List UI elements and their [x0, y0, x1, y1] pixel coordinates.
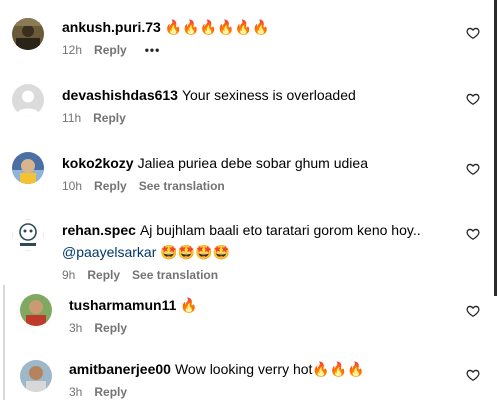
reply-button[interactable]: Reply [94, 385, 127, 399]
see-translation-button[interactable]: See translation [132, 268, 218, 282]
reply-button[interactable]: Reply [87, 268, 120, 282]
comment-item: ankush.puri.73 🔥🔥🔥🔥🔥🔥 12h Reply ••• [0, 10, 494, 70]
reply-item: amitbanerjee00 Wow looking verry hot🔥🔥🔥 3… [0, 356, 494, 400]
timestamp: 3h [69, 321, 83, 335]
comment-item: koko2kozy Jaliea puriea debe sobar ghum u… [0, 150, 494, 210]
comment-body: amitbanerjee00 Wow looking verry hot🔥🔥🔥 3… [69, 360, 454, 400]
avatar[interactable] [12, 18, 44, 50]
comment-body: rehan.spec Aj bujhlam baali eto taratari … [62, 221, 454, 283]
timestamp: 10h [62, 179, 83, 193]
comment-meta: 3h Reply [69, 384, 454, 400]
username[interactable]: rehan.spec [62, 222, 136, 238]
comment-item: devashishdas613 Your sexiness is overload… [0, 80, 494, 140]
comment-line: tusharmamun11 🔥 [69, 296, 454, 314]
more-options-icon[interactable]: ••• [145, 43, 161, 57]
username[interactable]: amitbanerjee00 [69, 361, 171, 377]
scrollbar[interactable] [494, 0, 497, 296]
comment-meta: 12h Reply ••• [62, 42, 454, 58]
comment-item: rehan.spec Aj bujhlam baali eto taratari … [0, 215, 494, 285]
comment-line-2: @paayelsarkar 🤩🤩🤩🤩 [62, 243, 454, 261]
reply-button[interactable]: Reply [94, 43, 127, 57]
avatar[interactable] [12, 152, 44, 184]
timestamp: 9h [62, 268, 76, 282]
comment-meta: 11h Reply [62, 110, 454, 126]
comment-text: Wow looking verry hot [174, 361, 313, 377]
comment-body: tusharmamun11 🔥 3h Reply [69, 296, 454, 336]
reply-button[interactable]: Reply [94, 179, 127, 193]
emoji-fire: 🔥🔥🔥 [312, 361, 365, 377]
reply-button[interactable]: Reply [93, 111, 126, 125]
timestamp: 11h [62, 111, 82, 125]
comments-panel: ankush.puri.73 🔥🔥🔥🔥🔥🔥 12h Reply ••• devashi… [0, 0, 500, 400]
heart-outline-icon[interactable] [466, 227, 480, 241]
heart-outline-icon[interactable] [466, 26, 480, 40]
comment-line: rehan.spec Aj bujhlam baali eto taratari … [62, 221, 454, 239]
comment-body: ankush.puri.73 🔥🔥🔥🔥🔥🔥 12h Reply ••• [62, 18, 454, 58]
comment-meta: 10h Reply See translation [62, 178, 454, 194]
heart-outline-icon[interactable] [466, 304, 480, 318]
heart-outline-icon[interactable] [466, 92, 480, 106]
comment-line: devashishdas613 Your sexiness is overload… [62, 86, 454, 104]
comment-line: ankush.puri.73 🔥🔥🔥🔥🔥🔥 [62, 18, 454, 36]
heart-outline-icon[interactable] [466, 162, 480, 176]
timestamp: 3h [69, 385, 83, 399]
username[interactable]: devashishdas613 [62, 87, 178, 103]
comment-meta: 9h Reply See translation [62, 267, 454, 283]
username[interactable]: tusharmamun11 [69, 297, 176, 313]
emoji-fire: 🔥🔥🔥🔥🔥🔥 [164, 19, 270, 35]
comment-text: Jaliea puriea debe sobar ghum udiea [137, 155, 368, 171]
comment-line: amitbanerjee00 Wow looking verry hot🔥🔥🔥 [69, 360, 454, 378]
heart-outline-icon[interactable] [466, 368, 480, 382]
avatar[interactable] [12, 219, 44, 251]
mention-link[interactable]: @paayelsarkar [62, 244, 156, 260]
emoji-fire: 🔥 [180, 297, 198, 313]
avatar[interactable] [20, 360, 52, 392]
reply-item: tusharmamun11 🔥 3h Reply [0, 292, 494, 348]
username[interactable]: koko2kozy [62, 155, 134, 171]
comment-body: koko2kozy Jaliea puriea debe sobar ghum u… [62, 154, 454, 194]
avatar[interactable] [20, 294, 52, 326]
see-translation-button[interactable]: See translation [139, 179, 225, 193]
reply-button[interactable]: Reply [94, 321, 127, 335]
comment-body: devashishdas613 Your sexiness is overload… [62, 86, 454, 126]
avatar[interactable] [12, 84, 44, 116]
emoji-star-struck: 🤩🤩🤩🤩 [160, 244, 230, 260]
username[interactable]: ankush.puri.73 [62, 19, 161, 35]
timestamp: 12h [62, 43, 83, 57]
comment-line: koko2kozy Jaliea puriea debe sobar ghum u… [62, 154, 454, 172]
comment-meta: 3h Reply [69, 320, 454, 336]
comment-text: Your sexiness is overloaded [181, 87, 356, 103]
comment-text: Aj bujhlam baali eto taratari gorom keno… [139, 222, 421, 238]
